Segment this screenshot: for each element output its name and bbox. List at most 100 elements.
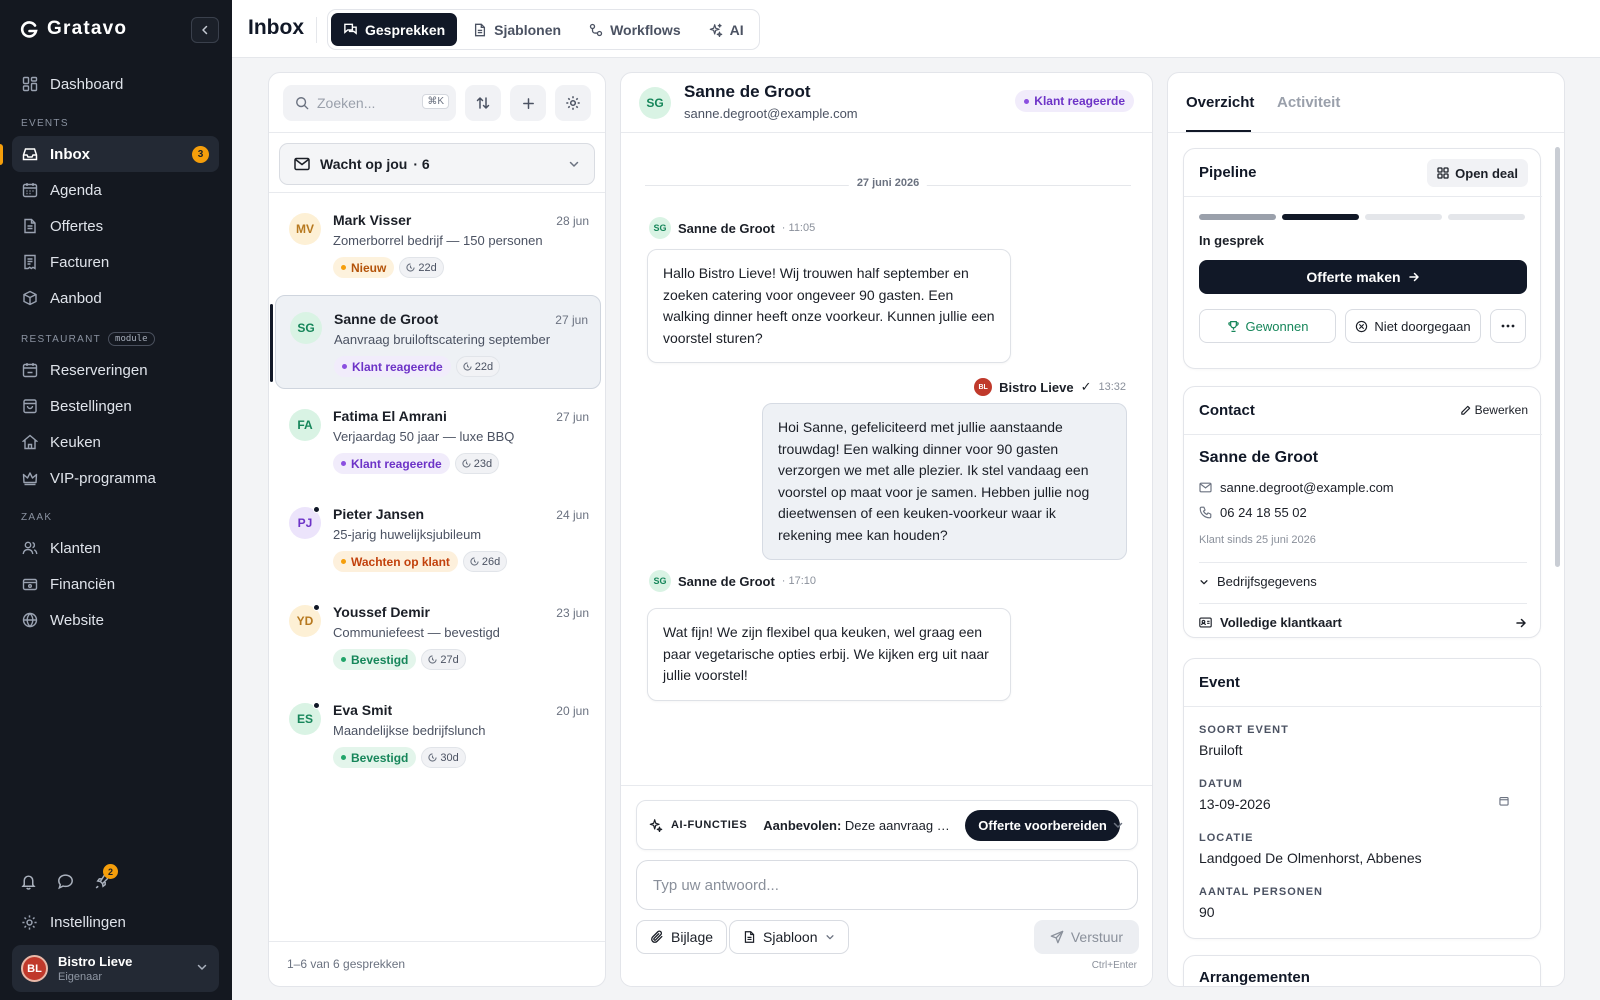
attach-button[interactable]: Bijlage: [636, 920, 728, 954]
nav-facturen[interactable]: Facturen: [12, 244, 219, 280]
chat-panel: SG Sanne de Groot sanne.degroot@example.…: [620, 72, 1153, 987]
event-location-label: LOCATIE: [1199, 832, 1254, 844]
tab-ai[interactable]: AI: [697, 13, 756, 46]
sparkle-icon: [649, 818, 663, 832]
status-dot: [341, 461, 346, 466]
event-location-value[interactable]: Landgoed De Olmenhorst, Abbenes: [1199, 850, 1422, 866]
user-avatar: BL: [21, 955, 48, 982]
conversation-item[interactable]: PJ Pieter Jansen 24 jun 25-jarig huwelijksj…: [275, 491, 601, 585]
module-pill: module: [108, 332, 155, 346]
collapse-sidebar-button[interactable]: [191, 17, 219, 43]
search-input[interactable]: Zoeken...: [317, 95, 375, 111]
id-card-icon: [1199, 617, 1212, 628]
chat-bubble-icon[interactable]: [57, 873, 74, 890]
nav-dashboard[interactable]: Dashboard: [12, 66, 219, 102]
tab-sjablonen[interactable]: Sjablonen: [461, 13, 573, 46]
search-box[interactable]: Zoeken... ⌘K: [283, 85, 456, 121]
event-date-field[interactable]: 13-09-2026: [1199, 796, 1509, 812]
status-dot: [341, 265, 346, 270]
contact-since: Klant sinds 25 juni 2026: [1199, 534, 1316, 546]
send-label: Verstuur: [1070, 929, 1123, 945]
chat-status-text: Klant reageerde: [1034, 94, 1125, 108]
open-deal-button[interactable]: Open deal: [1427, 159, 1528, 187]
reply-input[interactable]: [636, 860, 1138, 910]
pipeline-stage-label: In gesprek: [1199, 233, 1265, 248]
tab-activiteit[interactable]: Activiteit: [1277, 94, 1340, 111]
nav-keuken[interactable]: Keuken: [12, 424, 219, 460]
contact-divider: [1199, 562, 1527, 563]
brand[interactable]: Gratavo: [20, 18, 127, 40]
conversation-date: 27 jun: [556, 410, 589, 424]
contact-email-row[interactable]: sanne.degroot@example.com: [1199, 480, 1394, 495]
bell-icon[interactable]: [20, 873, 37, 890]
conversation-item[interactable]: YD Youssef Demir 23 jun Communiefeest — bev…: [275, 589, 601, 683]
nav-website[interactable]: Website: [12, 602, 219, 638]
conversation-item[interactable]: FA Fatima El Amrani 27 jun Verjaardag 50 ja…: [275, 393, 601, 487]
nav-bestellingen[interactable]: Bestellingen: [12, 388, 219, 424]
mark-won-button[interactable]: Gewonnen: [1199, 309, 1336, 343]
chevron-down-icon: [568, 158, 580, 170]
status-dot: [342, 364, 347, 369]
calendar-check-icon: [21, 362, 38, 379]
event-guests-value[interactable]: 90: [1199, 904, 1215, 920]
package-icon: [21, 290, 38, 307]
filter-dropdown[interactable]: Wacht op jou · 6: [279, 143, 595, 185]
status-badge: Wachten op klant: [333, 551, 458, 572]
tab-workflows[interactable]: Workflows: [577, 13, 693, 46]
mark-lost-button[interactable]: Niet doorgegaan: [1345, 309, 1481, 343]
nav-klanten[interactable]: Klanten: [12, 530, 219, 566]
full-customer-card-link[interactable]: Volledige klantkaart: [1199, 615, 1527, 630]
nav-agenda[interactable]: Agenda: [12, 172, 219, 208]
nav-inbox[interactable]: Inbox 3: [12, 136, 219, 172]
status-badge: Bevestigd: [333, 649, 417, 670]
nav-financien[interactable]: Financiën: [12, 566, 219, 602]
template-button[interactable]: Sjabloon: [729, 920, 849, 954]
sort-button[interactable]: [465, 85, 501, 121]
ai-suggestion-bar[interactable]: AI-FUNCTIES Aanbevolen: Deze aanvraag is…: [636, 800, 1138, 850]
unread-dot: [313, 702, 320, 709]
sender-name: Bistro Lieve: [999, 379, 1074, 395]
edit-contact-button[interactable]: Bewerken: [1460, 403, 1528, 417]
nav-instellingen[interactable]: Instellingen: [12, 904, 219, 940]
conversation-item[interactable]: ES Eva Smit 20 jun Maandelijkse bedrijfslun…: [275, 687, 601, 781]
chevron-down-icon[interactable]: [1112, 819, 1124, 831]
message-bubble-incoming: Wat fijn! We zijn flexibel qua keuken, w…: [647, 608, 1011, 701]
list-settings-button[interactable]: [555, 85, 591, 121]
user-card[interactable]: BL Bistro Lieve Eigenaar: [12, 945, 219, 992]
brand-name: Gratavo: [47, 18, 128, 39]
create-quote-button[interactable]: Offerte maken: [1199, 260, 1527, 294]
chat-contact-name[interactable]: Sanne de Groot: [684, 82, 811, 102]
event-title: Event: [1199, 674, 1240, 691]
company-details-toggle[interactable]: Bedrijfsgegevens: [1199, 574, 1527, 589]
tab-overzicht[interactable]: Overzicht: [1186, 94, 1254, 111]
pipeline-card: Pipeline Open deal In gesprek Offerte ma…: [1183, 148, 1542, 369]
chevron-left-icon: [202, 25, 208, 35]
contact-phone-row[interactable]: 06 24 18 55 02: [1199, 505, 1307, 520]
wallet-icon: [21, 576, 38, 593]
sidebar: Gratavo Dashboard EVENTS Inbox 3 Agenda …: [0, 0, 232, 1000]
nav-vip-programma[interactable]: VIP-programma: [12, 460, 219, 496]
nav-bestellingen-label: Bestellingen: [50, 397, 132, 415]
sort-icon: [476, 97, 490, 109]
prepare-quote-button[interactable]: Offerte voorbereiden: [965, 809, 1120, 841]
workflow-icon: [589, 23, 603, 37]
composer: AI-FUNCTIES Aanbevolen: Deze aanvraag is…: [621, 785, 1152, 986]
more-actions-button[interactable]: [1490, 309, 1526, 343]
conversation-item[interactable]: MV Mark Visser 28 jun Zomerborrel bedrijf —…: [275, 197, 601, 291]
pipeline-card-header: Pipeline Open deal: [1184, 149, 1542, 197]
details-scrollbar[interactable]: [1555, 147, 1560, 567]
nav-aanbod[interactable]: Aanbod: [12, 280, 219, 316]
new-conversation-button[interactable]: [510, 85, 546, 121]
status-text: Bevestigd: [351, 750, 409, 765]
nav-financien-label: Financiën: [50, 575, 116, 593]
nav-offertes[interactable]: Offertes: [12, 208, 219, 244]
nav-aanbod-label: Aanbod: [50, 289, 102, 307]
event-type-value[interactable]: Bruiloft: [1199, 742, 1243, 758]
tasks-button[interactable]: 2: [94, 864, 118, 890]
nav-reserveringen[interactable]: Reserveringen: [12, 352, 219, 388]
conversation-item[interactable]: SG Sanne de Groot 27 jun Aanvraag bruilofts…: [270, 295, 601, 389]
conversation-tags: Klant reageerde 23d: [333, 453, 500, 474]
tab-gesprekken[interactable]: Gesprekken: [331, 13, 458, 46]
send-button[interactable]: Verstuur: [1033, 920, 1139, 954]
tasks-badge: 2: [103, 864, 118, 879]
